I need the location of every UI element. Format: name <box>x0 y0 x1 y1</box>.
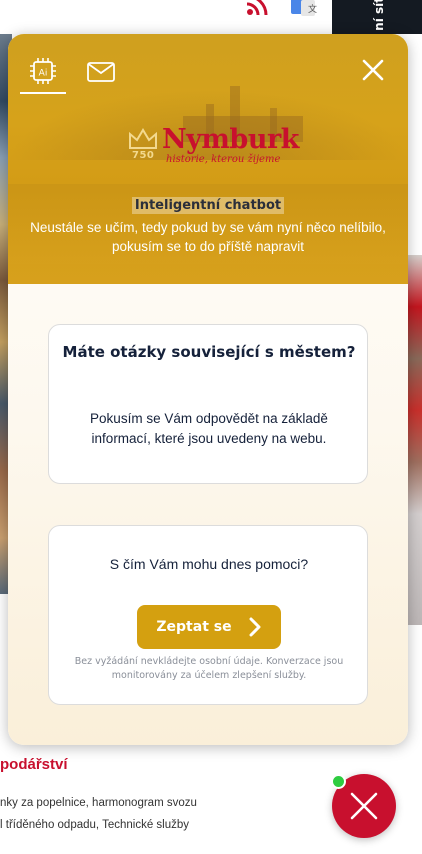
background-photo-right <box>408 255 422 625</box>
ask-card: S čím Vám mohu dnes pomoci? Zeptat se Be… <box>48 525 368 705</box>
side-strip: ní sít <box>332 0 422 34</box>
ask-button-label: Zeptat se <box>156 619 232 635</box>
close-icon <box>350 792 378 820</box>
section-heading[interactable]: podářství <box>0 756 68 773</box>
chevron-right-icon <box>249 617 261 637</box>
online-status-dot <box>331 774 346 789</box>
rss-icon[interactable] <box>244 0 272 18</box>
close-icon <box>362 59 384 81</box>
section-text-line[interactable]: nky za popelnice, harmonogram svozu <box>0 797 197 809</box>
logo-city-name: Nymburk <box>162 124 299 155</box>
info-card-text: Pokusím se Vám odpovědět na základě info… <box>90 411 328 446</box>
chatbot-title-wrap: Inteligentní chatbot <box>8 194 408 214</box>
side-strip-text: ní sít <box>372 0 386 31</box>
mail-icon <box>87 62 115 82</box>
ai-chip-icon: Ai <box>30 58 56 84</box>
crown-icon <box>129 128 157 149</box>
chatbot-title: Inteligentní chatbot <box>131 197 285 214</box>
info-card-title: Máte otázky související s městem? <box>62 343 356 361</box>
chatbot-header: Ai 750 Nymburk historie, kterou žijeme I… <box>8 34 408 284</box>
translate-icon[interactable]: 文 <box>291 0 317 16</box>
logo-anniversary: 750 <box>132 150 155 161</box>
svg-text:Ai: Ai <box>39 69 48 79</box>
close-button[interactable] <box>355 52 391 88</box>
privacy-note: Bez vyžádání nevkládejte osobní údaje. K… <box>74 656 344 681</box>
section-text-line[interactable]: l tříděného odpadu, Technické služby <box>0 819 189 831</box>
logo-tagline: historie, kterou žijeme <box>166 154 281 165</box>
svg-text:文: 文 <box>308 3 317 15</box>
chatbot-subtitle: Neustále se učím, tedy pokud by se vám n… <box>30 220 386 254</box>
tab-chatbot[interactable]: Ai <box>20 50 66 94</box>
ask-card-question: S čím Vám mohu dnes pomoci? <box>109 556 309 572</box>
chatbot-panel: Ai 750 Nymburk historie, kterou žijeme I… <box>8 34 408 745</box>
ask-button[interactable]: Zeptat se <box>137 605 281 649</box>
info-card: Máte otázky související s městem? Pokusí… <box>48 324 368 484</box>
tab-email[interactable] <box>78 50 124 94</box>
nymburk-logo: 750 Nymburk historie, kterou žijeme <box>128 124 299 170</box>
